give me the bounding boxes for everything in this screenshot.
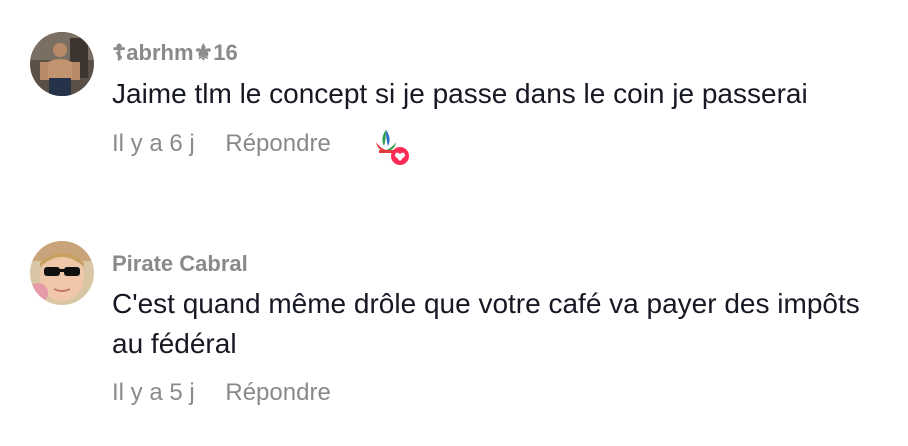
fleur-de-lis-heart-icon[interactable] (372, 126, 412, 166)
avatar[interactable] (30, 32, 94, 96)
reply-button[interactable]: Répondre (225, 130, 330, 158)
avatar-photo (30, 32, 94, 96)
comment-username[interactable]: ☦abrhm⚜16 (112, 40, 238, 66)
avatar-photo (30, 241, 94, 305)
comment-meta: Il y a 6 j Répondre (112, 130, 331, 158)
comment-text: Jaime tlm le concept si je passe dans le… (112, 78, 808, 109)
comment-timestamp: Il y a 5 j (112, 379, 195, 406)
reply-button[interactable]: Répondre (225, 379, 330, 407)
comment-username[interactable]: Pirate Cabral (112, 251, 248, 277)
avatar[interactable] (30, 241, 94, 305)
comment-meta: Il y a 5 j Répondre (112, 379, 331, 407)
comment-text: C'est quand même drôle que votre café va… (112, 288, 860, 359)
comment-timestamp: Il y a 6 j (112, 130, 195, 157)
